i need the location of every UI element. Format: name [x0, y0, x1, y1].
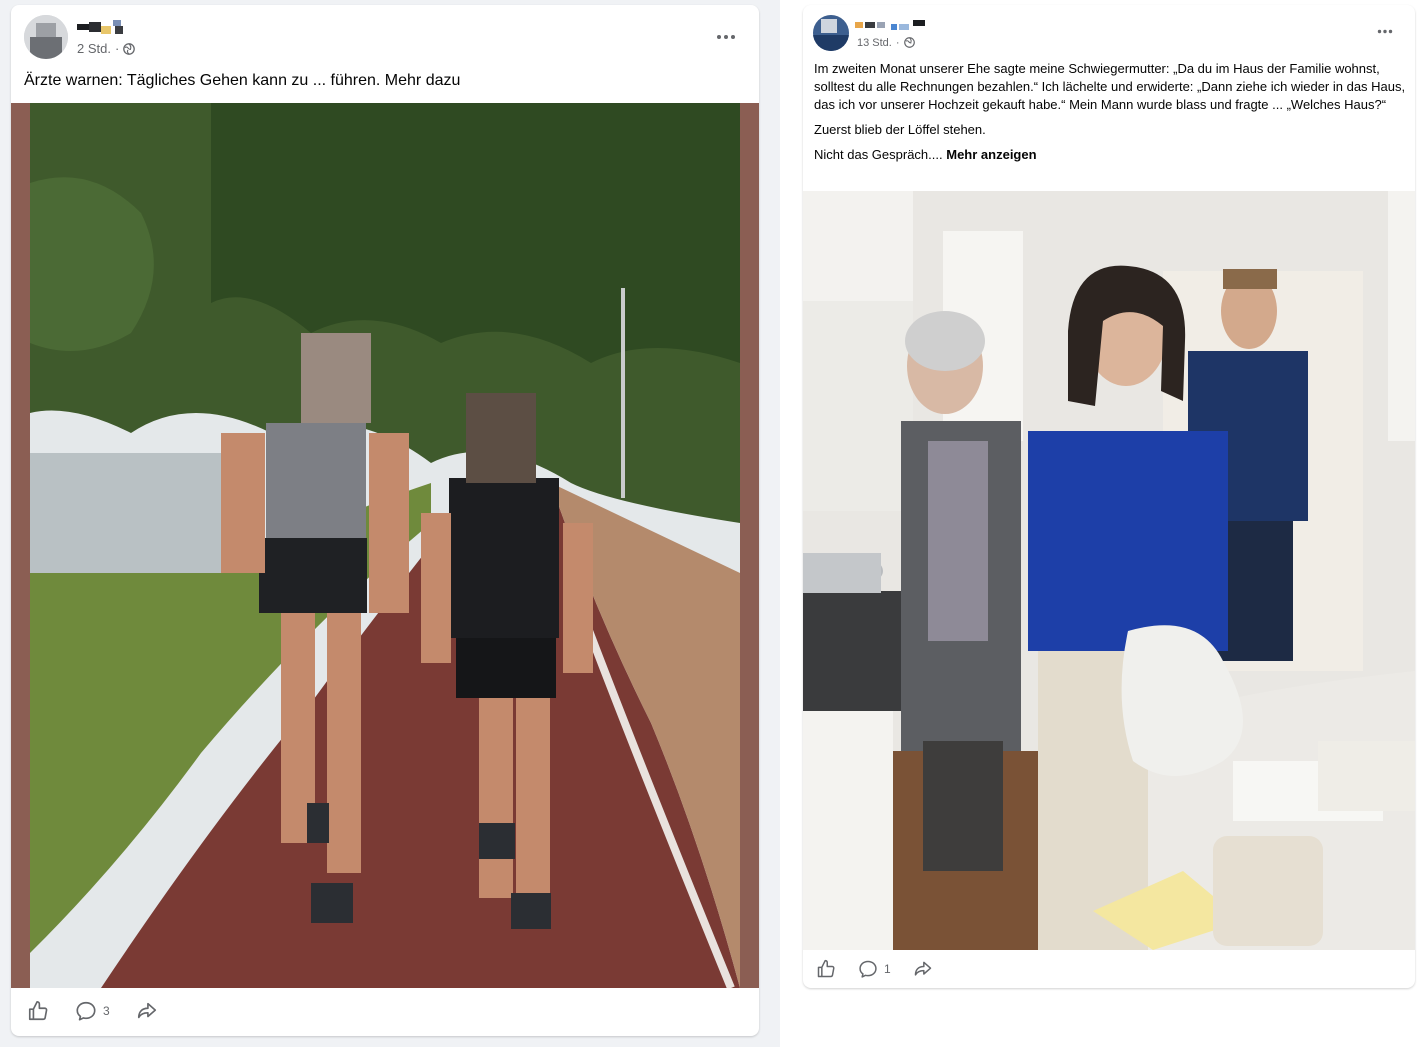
globe-icon — [903, 37, 916, 49]
author-name[interactable] — [855, 18, 927, 36]
post-meta: 2 Std. · — [77, 41, 136, 56]
post-card: 13 Std. · Im zweiten Monat unserer Ehe s… — [803, 5, 1415, 988]
globe-icon — [123, 42, 136, 55]
like-icon — [817, 959, 835, 978]
comment-button[interactable]: 1 — [858, 959, 891, 979]
share-button[interactable] — [136, 1000, 158, 1022]
post-time[interactable]: 2 Std. — [77, 41, 111, 56]
share-icon — [137, 1002, 156, 1019]
see-more-link[interactable]: Mehr anzeigen — [946, 147, 1036, 162]
comment-icon — [859, 960, 877, 978]
post-paragraph: Zuerst blieb der Löffel stehen. — [814, 122, 986, 137]
author-name[interactable] — [77, 20, 131, 38]
post-actions: 1 — [803, 957, 1415, 981]
post-meta: 13 Std. · — [857, 37, 916, 49]
like-button[interactable] — [27, 1000, 49, 1022]
more-options-button[interactable] — [1369, 15, 1401, 47]
avatar[interactable] — [24, 15, 68, 59]
comment-icon — [76, 1001, 96, 1021]
post-image[interactable] — [11, 103, 759, 988]
post-image[interactable] — [803, 191, 1415, 950]
comment-count: 1 — [884, 962, 891, 976]
share-icon — [914, 961, 931, 976]
more-options-button[interactable] — [708, 19, 744, 55]
avatar[interactable] — [813, 15, 849, 51]
like-icon — [28, 1001, 48, 1021]
post-card: 2 Std. · Ärzte warnen: Tägliches Gehen k… — [11, 5, 759, 1036]
post-text: Im zweiten Monat unserer Ehe sagte meine… — [814, 60, 1406, 171]
post-paragraph: Im zweiten Monat unserer Ehe sagte meine… — [814, 61, 1406, 112]
post-text: Ärzte warnen: Tägliches Gehen kann zu ..… — [24, 72, 461, 89]
comment-button[interactable]: 3 — [75, 1000, 110, 1022]
post-paragraph: Nicht das Gespräch.... Mehr anzeigen — [814, 147, 1037, 162]
comment-count: 3 — [103, 1004, 110, 1018]
like-button[interactable] — [816, 959, 836, 979]
post-time[interactable]: 13 Std. — [857, 37, 892, 49]
share-button[interactable] — [913, 959, 933, 979]
post-actions: 3 — [11, 995, 759, 1027]
